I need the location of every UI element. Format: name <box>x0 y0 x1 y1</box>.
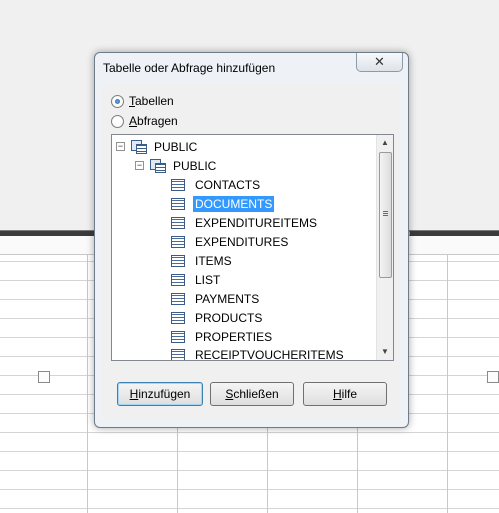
tree-item-table[interactable]: RECEIPTVOUCHERITEMS <box>171 345 346 361</box>
table-icon <box>171 330 185 343</box>
tree-item-table[interactable]: PRODUCTS <box>171 308 264 327</box>
tree-node-label: PUBLIC <box>154 139 198 154</box>
scroll-thumb[interactable] <box>379 152 392 278</box>
collapse-icon[interactable]: − <box>135 161 144 170</box>
tree-item-table[interactable]: CONTACTS <box>171 175 262 194</box>
radio-tables-label: Tabellen <box>129 94 174 108</box>
radio-queries[interactable]: Abfragen <box>111 113 178 129</box>
tree-item-table[interactable]: PAYMENTS <box>171 289 261 308</box>
dialog-body: Tabellen Abfragen − PUBLIC − PUBLIC CONT… <box>102 83 400 419</box>
tree-item-table[interactable]: EXPENDITURES <box>171 232 290 251</box>
table-icon <box>171 292 185 305</box>
tree-item-table[interactable]: EXPENDITUREITEMS <box>171 213 319 232</box>
table-icon <box>171 273 185 286</box>
help-button[interactable]: Hilfe <box>303 382 387 406</box>
table-name: PRODUCTS <box>195 310 263 325</box>
table-name: EXPENDITUREITEMS <box>195 215 318 230</box>
table-icon <box>171 178 185 191</box>
visible-checkbox[interactable] <box>487 371 499 383</box>
table-icon <box>171 311 185 324</box>
table-name: LIST <box>195 272 221 287</box>
tree-scrollbar[interactable]: ▲ ▼ <box>376 135 393 360</box>
tree-item-table[interactable]: LIST <box>171 270 222 289</box>
tree-item-table[interactable]: ITEMS <box>171 251 234 270</box>
database-icon <box>150 159 166 173</box>
close-icon: ✕ <box>374 54 385 69</box>
add-table-dialog: Tabelle oder Abfrage hinzufügen ✕ Tabell… <box>94 52 409 428</box>
dialog-titlebar[interactable]: Tabelle oder Abfrage hinzufügen ✕ <box>95 53 408 83</box>
table-name: CONTACTS <box>195 177 261 192</box>
tree-node-schema[interactable]: − PUBLIC <box>135 156 218 175</box>
scroll-up-arrow-icon[interactable]: ▲ <box>377 135 393 151</box>
table-icon <box>171 216 185 229</box>
collapse-icon[interactable]: − <box>116 142 125 151</box>
tree-node-label: PUBLIC <box>173 158 217 173</box>
radio-button[interactable] <box>111 114 124 128</box>
add-button[interactable]: Hinzufügen <box>117 382 203 406</box>
table-icon <box>171 197 185 210</box>
tree-item-table[interactable]: PROPERTIES <box>171 327 274 346</box>
tree-node-schema-root[interactable]: − PUBLIC <box>116 137 199 156</box>
close-button[interactable]: Schließen <box>210 382 294 406</box>
database-icon <box>131 140 147 154</box>
close-window-button[interactable]: ✕ <box>356 53 403 72</box>
table-name: DOCUMENTS <box>193 195 275 212</box>
table-name: RECEIPTVOUCHERITEMS <box>195 347 344 361</box>
table-icon <box>171 235 185 248</box>
table-icon <box>171 348 185 360</box>
table-name: ITEMS <box>195 253 232 268</box>
radio-queries-label: Abfragen <box>129 114 178 128</box>
scroll-down-arrow-icon[interactable]: ▼ <box>377 344 393 360</box>
visible-checkbox[interactable] <box>38 371 50 383</box>
tree-item-table-selected[interactable]: DOCUMENTS <box>171 194 275 213</box>
table-name: PAYMENTS <box>195 291 260 306</box>
radio-button-checked[interactable] <box>111 94 124 108</box>
table-icon <box>171 254 185 267</box>
table-name: EXPENDITURES <box>195 234 289 249</box>
table-tree[interactable]: − PUBLIC − PUBLIC CONTACTS DOCUMENTS EXP… <box>111 134 394 361</box>
radio-tables[interactable]: Tabellen <box>111 93 174 109</box>
dialog-title: Tabelle oder Abfrage hinzufügen <box>103 61 276 75</box>
table-name: PROPERTIES <box>195 329 273 344</box>
